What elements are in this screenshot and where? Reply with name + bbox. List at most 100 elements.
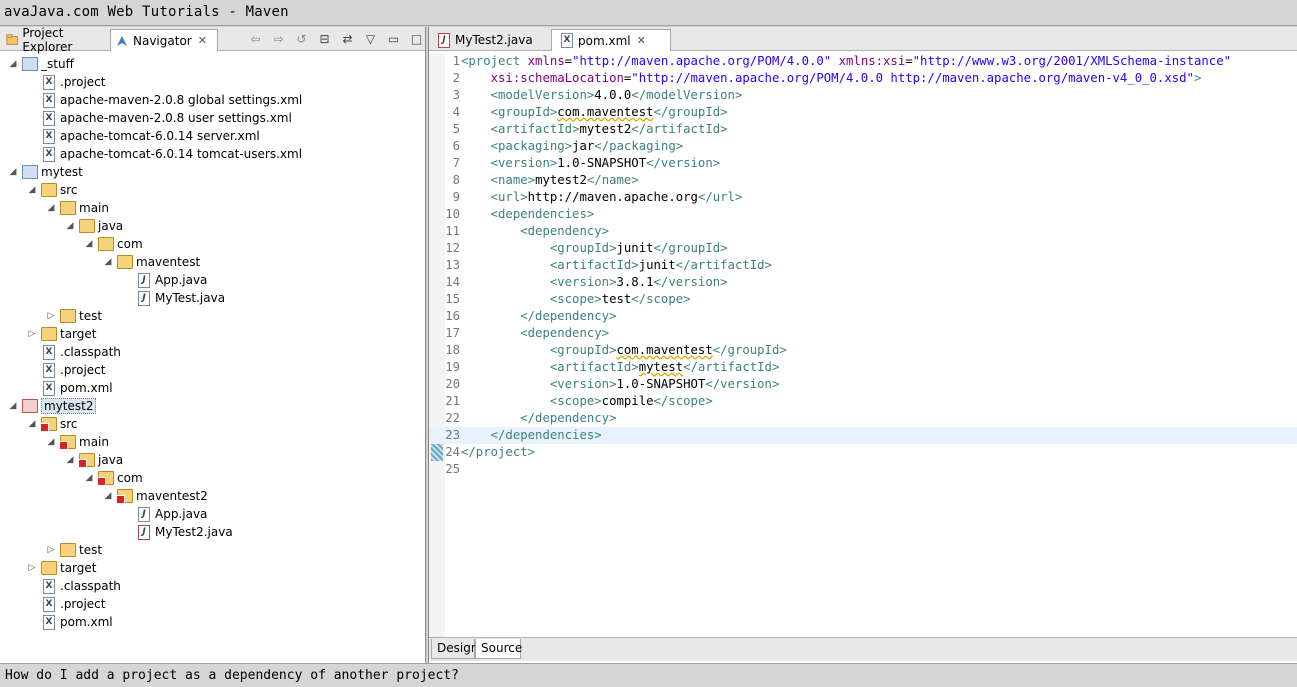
code-line[interactable]: 5 <artifactId>mytest2</artifactId>: [429, 121, 1297, 138]
tree-item[interactable]: J App.java: [120, 271, 207, 289]
code-line[interactable]: 7 <version>1.0-SNAPSHOT</version>: [429, 155, 1297, 172]
tree-item[interactable]: Xpom.xml: [25, 613, 113, 631]
minimize-icon[interactable]: ▭: [382, 31, 405, 47]
close-icon[interactable]: ✕: [198, 34, 207, 47]
tree-item[interactable]: ◢ _stuff: [6, 55, 74, 73]
tree-item-label: com: [117, 237, 143, 251]
tree-item[interactable]: Xapache-tomcat-6.0.14 server.xml: [25, 127, 260, 145]
code-line[interactable]: 11 <dependency>: [429, 223, 1297, 240]
tree-item[interactable]: ▷ test: [44, 541, 102, 559]
collapse-all-icon[interactable]: ⊟: [313, 31, 336, 47]
maximize-icon[interactable]: □: [405, 31, 428, 47]
code-line[interactable]: 14 <version>3.8.1</version>: [429, 274, 1297, 291]
view-menu-icon[interactable]: ▽: [359, 31, 382, 47]
link-with-editor-icon[interactable]: ⇄: [336, 31, 359, 47]
code-line[interactable]: 20 <version>1.0-SNAPSHOT</version>: [429, 376, 1297, 393]
expanded-twistie-icon[interactable]: ◢: [82, 239, 96, 249]
tree-item[interactable]: ◢ main: [44, 199, 109, 217]
tree-item-label: apache-tomcat-6.0.14 tomcat-users.xml: [60, 147, 303, 161]
tree-item[interactable]: ▷ target: [25, 325, 97, 343]
code-line[interactable]: 3 <modelVersion>4.0.0</modelVersion>: [429, 87, 1297, 104]
code-line[interactable]: 15 <scope>test</scope>: [429, 291, 1297, 308]
back-arrow-icon[interactable]: ⇦: [244, 31, 267, 47]
collapsed-twistie-icon[interactable]: ▷: [44, 545, 58, 555]
expanded-twistie-icon[interactable]: ◢: [25, 419, 39, 429]
tree-item[interactable]: X .project: [25, 361, 105, 379]
tree-item[interactable]: X .classpath: [25, 343, 121, 361]
collapsed-twistie-icon[interactable]: ▷: [44, 311, 58, 321]
tab-navigator[interactable]: Navigator ✕: [110, 29, 218, 51]
expanded-twistie-icon[interactable]: ◢: [82, 473, 96, 483]
code-line[interactable]: 12 <groupId>junit</groupId>: [429, 240, 1297, 257]
tab-project-explorer-label: Project Explorer: [22, 26, 73, 54]
tree-item[interactable]: X .project: [25, 595, 105, 613]
code-text: <project xmlns="http://maven.apache.org/…: [461, 54, 1232, 68]
tree-item[interactable]: Xapache-tomcat-6.0.14 tomcat-users.xml: [25, 145, 302, 163]
line-number: 6: [452, 139, 460, 153]
close-icon[interactable]: ✕: [637, 34, 646, 47]
expanded-twistie-icon[interactable]: ◢: [44, 437, 58, 447]
code-line[interactable]: 25: [429, 461, 1297, 478]
code-line[interactable]: 24 </project>: [429, 444, 1297, 461]
tree-item[interactable]: ◢ main: [44, 433, 109, 451]
tree-item[interactable]: ◢ com: [82, 235, 143, 253]
code-line[interactable]: 23 </dependencies>: [429, 427, 1297, 444]
code-line[interactable]: 8 <name>mytest2</name>: [429, 172, 1297, 189]
tree-item[interactable]: J MyTest.java: [120, 289, 225, 307]
tree-item[interactable]: ◢ src: [25, 181, 78, 199]
code-line[interactable]: 19 <artifactId>mytest</artifactId>: [429, 359, 1297, 376]
tree-item[interactable]: ◢ mytest2: [6, 397, 97, 415]
tab-project-explorer[interactable]: Project Explorer: [2, 26, 110, 54]
tree-item[interactable]: ▷ target: [25, 559, 97, 577]
tree-item[interactable]: J MyTest2.java: [120, 523, 233, 541]
expanded-twistie-icon[interactable]: ◢: [25, 185, 39, 195]
tab-design[interactable]: Design: [431, 639, 478, 659]
collapsed-twistie-icon[interactable]: ▷: [25, 329, 39, 339]
go-into-icon[interactable]: ↺: [290, 31, 313, 47]
expanded-twistie-icon[interactable]: ◢: [101, 257, 115, 267]
code-text: </dependency>: [520, 411, 617, 425]
expanded-twistie-icon[interactable]: ◢: [63, 221, 77, 231]
code-line[interactable]: 13 <artifactId>junit</artifactId>: [429, 257, 1297, 274]
code-line[interactable]: 4 <groupId>com.maventest</groupId>: [429, 104, 1297, 121]
expanded-twistie-icon[interactable]: ◢: [6, 401, 20, 411]
tree-item[interactable]: Xpom.xml: [25, 379, 113, 397]
tab-pom-xml[interactable]: X pom.xml ✕: [551, 29, 671, 51]
tree-item[interactable]: X .project: [25, 73, 105, 91]
expanded-twistie-icon[interactable]: ◢: [6, 167, 20, 177]
tree-item[interactable]: ◢ java: [63, 217, 123, 235]
code-line[interactable]: 9 <url>http://maven.apache.org</url>: [429, 189, 1297, 206]
tree-item[interactable]: X .classpath: [25, 577, 121, 595]
tree-item[interactable]: ◢ com: [82, 469, 143, 487]
expanded-twistie-icon[interactable]: ◢: [63, 455, 77, 465]
code-line[interactable]: 10 <dependencies>: [429, 206, 1297, 223]
code-line[interactable]: 2 xsi:schemaLocation="http://maven.apach…: [429, 70, 1297, 87]
expanded-twistie-icon[interactable]: ◢: [101, 491, 115, 501]
code-line[interactable]: 1 <project xmlns="http://maven.apache.org…: [429, 53, 1297, 70]
tab-source[interactable]: Source: [475, 639, 522, 659]
code-line[interactable]: 18 <groupId>com.maventest</groupId>: [429, 342, 1297, 359]
tree-item[interactable]: ◢ maventest: [101, 253, 200, 271]
code-line[interactable]: 16 </dependency>: [429, 308, 1297, 325]
tab-mytest2-java[interactable]: J MyTest2.java: [429, 29, 549, 51]
code-line[interactable]: 21 <scope>compile</scope>: [429, 393, 1297, 410]
forward-arrow-icon[interactable]: ⇨: [267, 31, 290, 47]
expanded-twistie-icon[interactable]: ◢: [6, 59, 20, 69]
tree-item[interactable]: ◢ mytest: [6, 163, 83, 181]
tree-item[interactable]: ▷ test: [44, 307, 102, 325]
tree-item[interactable]: ◢ java: [63, 451, 123, 469]
tree-item[interactable]: ◢ maventest2: [101, 487, 208, 505]
tree-item[interactable]: Xapache-maven-2.0.8 global settings.xml: [25, 91, 302, 109]
line-number: 16: [445, 309, 460, 323]
code-line[interactable]: 22 </dependency>: [429, 410, 1297, 427]
tree-item[interactable]: ◢ src: [25, 415, 78, 433]
tree-item[interactable]: J App.java: [120, 505, 207, 523]
code-line[interactable]: 17 <dependency>: [429, 325, 1297, 342]
expanded-twistie-icon[interactable]: ◢: [44, 203, 58, 213]
code-editor[interactable]: 1 <project xmlns="http://maven.apache.org…: [429, 53, 1297, 637]
tree-item[interactable]: Xapache-maven-2.0.8 user settings.xml: [25, 109, 292, 127]
line-number: 4: [452, 105, 460, 119]
tree-item-label: .project: [60, 363, 106, 377]
code-line[interactable]: 6 <packaging>jar</packaging>: [429, 138, 1297, 155]
collapsed-twistie-icon[interactable]: ▷: [25, 563, 39, 573]
